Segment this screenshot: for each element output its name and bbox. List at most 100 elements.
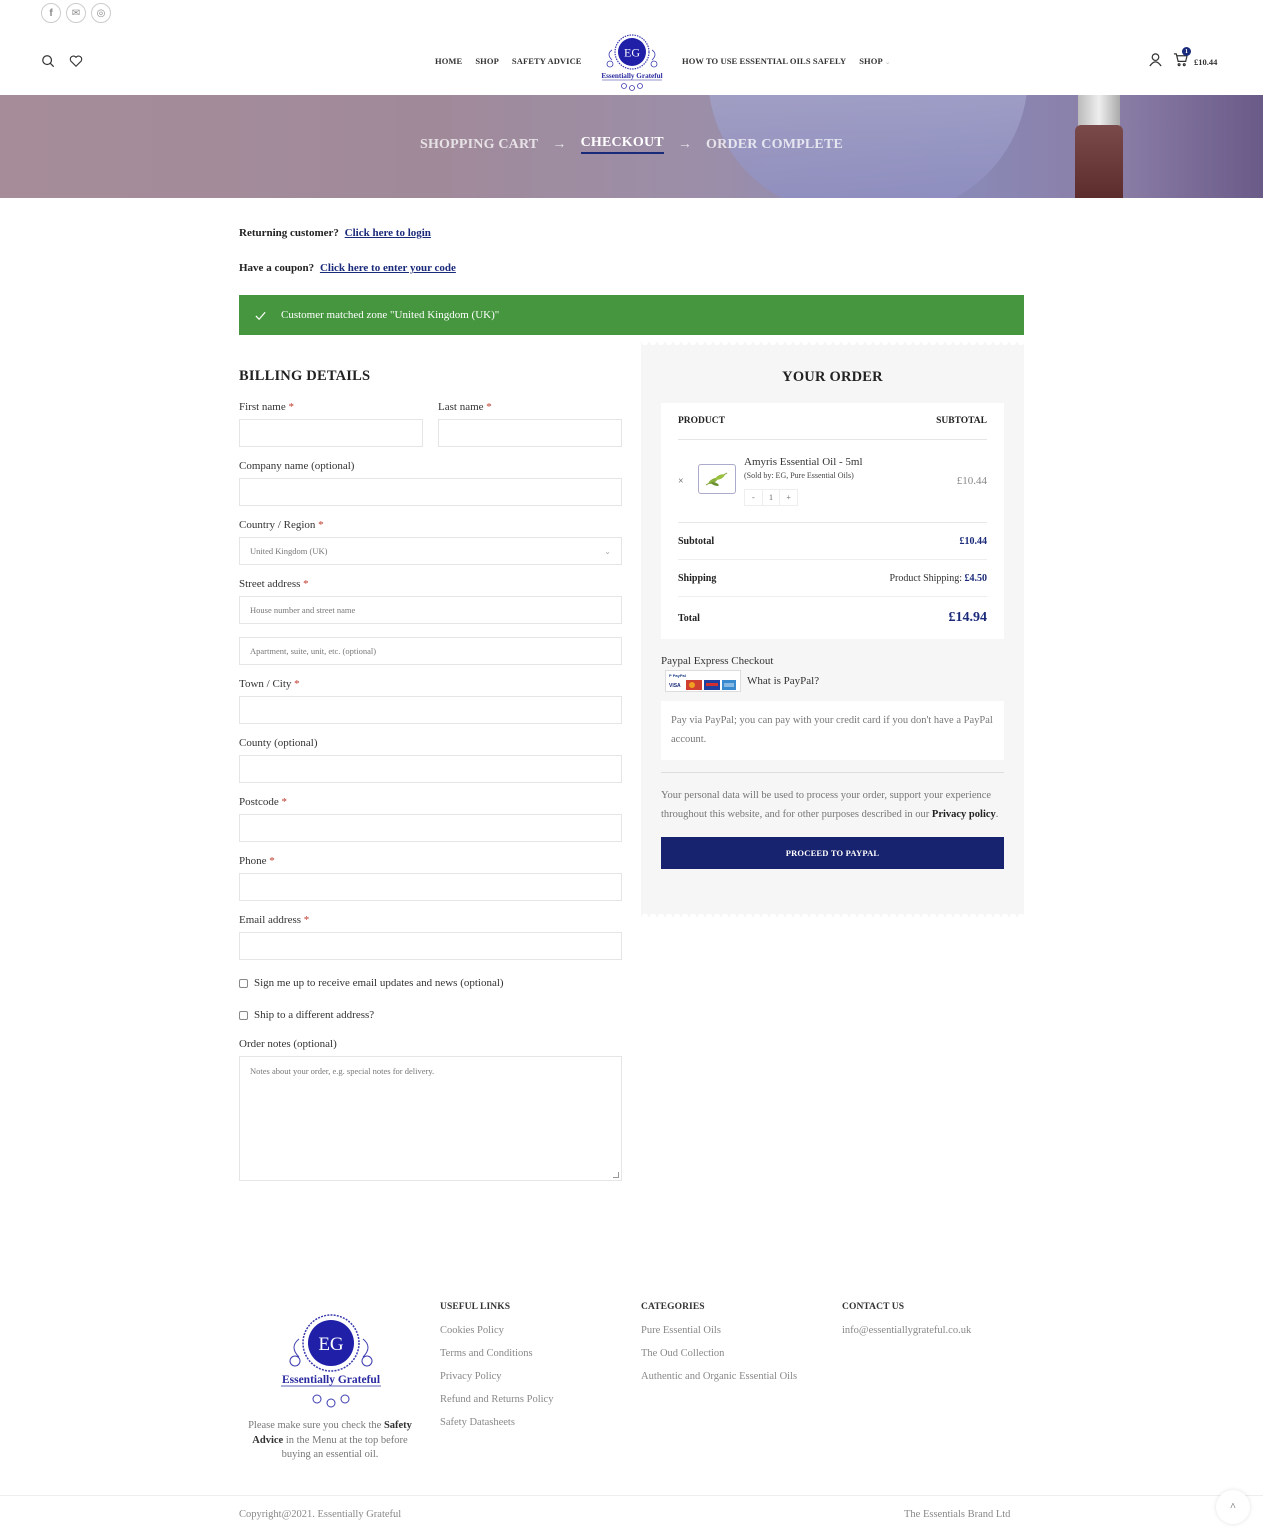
order-notes-textarea[interactable]: Notes about your order, e.g. special not…	[239, 1056, 622, 1181]
last-name-label: Last name *	[438, 401, 492, 413]
order-table-header: PRODUCT SUBTOTAL	[678, 403, 987, 440]
what-is-paypal-link[interactable]: What is PayPal?	[747, 675, 819, 687]
footer-link-privacy[interactable]: Privacy Policy	[440, 1371, 553, 1382]
shipping-value: £4.50	[964, 572, 988, 584]
order-title: YOUR ORDER	[782, 369, 883, 385]
search-icon[interactable]	[41, 54, 55, 72]
main-nav-right: HOW TO USE ESSENTIAL OILS SAFELY SHOP ⌄	[682, 56, 891, 66]
login-link[interactable]: Click here to login	[345, 227, 431, 239]
total-value: £14.94	[948, 610, 988, 625]
footer-link-cookies[interactable]: Cookies Policy	[440, 1325, 553, 1336]
privacy-policy-link[interactable]: Privacy policy	[932, 809, 996, 820]
ship-different-checkbox[interactable]	[239, 1010, 248, 1020]
useful-links-title: USEFUL LINKS	[440, 1302, 511, 1312]
order-notes-placeholder: Notes about your order, e.g. special not…	[250, 1066, 435, 1076]
qty-input[interactable]: 1	[763, 490, 781, 505]
step-shopping-cart[interactable]: SHOPPING CART	[420, 137, 538, 153]
chevron-down-icon: ⌄	[604, 546, 611, 556]
footer-logo: EG Essentially Grateful	[279, 1305, 383, 1413]
payment-section: Paypal Express Checkout P PayPal VISA Wh…	[661, 655, 1004, 869]
nav-how-to-use[interactable]: HOW TO USE ESSENTIAL OILS SAFELY	[682, 56, 846, 66]
footer-category-link[interactable]: The Oud Collection	[641, 1348, 797, 1359]
footer-link-datasheets[interactable]: Safety Datasheets	[440, 1417, 553, 1428]
coupon-link[interactable]: Click here to enter your code	[320, 262, 456, 274]
first-name-label: First name *	[239, 401, 294, 413]
facebook-link[interactable]: f	[41, 3, 61, 23]
county-input[interactable]	[239, 755, 622, 783]
zigzag-edge	[641, 911, 1024, 917]
scroll-to-top-button[interactable]: ^	[1216, 1490, 1250, 1524]
success-message: Customer matched zone "United Kingdom (U…	[281, 309, 500, 321]
country-select[interactable]: United Kingdom (UK) ⌄	[239, 537, 622, 565]
account-icon[interactable]	[1148, 52, 1163, 71]
privacy-end: .	[995, 809, 999, 820]
payment-method-title[interactable]: Paypal Express Checkout	[661, 655, 1004, 667]
newsletter-checkbox[interactable]	[239, 978, 248, 988]
privacy-notice: Your personal data will be used to proce…	[661, 786, 1004, 824]
phone-label: Phone *	[239, 855, 275, 867]
shipping-label: Shipping	[678, 572, 717, 584]
logo-initials: EG	[624, 46, 640, 60]
company-label: Company name (optional)	[239, 460, 355, 472]
arrow-right-icon: →	[677, 136, 693, 152]
footer-divider	[0, 1495, 1263, 1496]
site-header: HOME SHOP SAFETY ADVICE EG Essentially G…	[0, 28, 1263, 95]
qty-minus-button[interactable]: -	[745, 490, 763, 505]
footer-logo-initials: EG	[318, 1334, 344, 1355]
instagram-link[interactable]: ◎	[91, 3, 111, 23]
last-name-input[interactable]	[438, 419, 622, 447]
site-logo[interactable]: EG Essentially Grateful	[598, 30, 666, 94]
newsletter-label[interactable]: Sign me up to receive email updates and …	[254, 977, 504, 989]
zigzag-edge	[641, 342, 1024, 348]
phone-input[interactable]	[239, 873, 622, 901]
product-name[interactable]: Amyris Essential Oil - 5ml	[744, 456, 957, 468]
billing-details-form: BILLING DETAILS First name * Last name *…	[239, 368, 622, 1181]
wishlist-heart-icon[interactable]	[69, 54, 83, 72]
subtotal-value: £10.44	[959, 535, 988, 547]
svg-text:P PayPal: P PayPal	[669, 673, 686, 678]
email-link[interactable]: ✉	[66, 3, 86, 23]
cart-button[interactable]: 1 £10.44	[1173, 47, 1217, 71]
footer-link-terms[interactable]: Terms and Conditions	[440, 1348, 553, 1359]
contact-email-link[interactable]: info@essentiallygrateful.co.uk	[842, 1325, 971, 1336]
nav-home[interactable]: HOME	[435, 56, 462, 66]
paypal-cards-icon: P PayPal VISA	[665, 670, 741, 692]
instagram-icon: ◎	[96, 7, 106, 19]
returning-customer-notice: Returning customer? Click here to login	[239, 227, 431, 239]
remove-item-icon[interactable]: ×	[678, 476, 698, 487]
email-input[interactable]	[239, 932, 622, 960]
street-address-1-input[interactable]: House number and street name	[239, 596, 622, 624]
ship-different-row: Ship to a different address?	[239, 1009, 622, 1021]
social-links: f ✉ ◎	[41, 3, 111, 23]
chevron-down-icon: ⌄	[884, 58, 891, 66]
proceed-to-paypal-button[interactable]: PROCEED TO PAYPAL	[661, 837, 1004, 869]
returning-customer-text: Returning customer?	[239, 227, 339, 239]
shipping-method: Product Shipping:	[889, 572, 962, 584]
footer-category-link[interactable]: Authentic and Organic Essential Oils	[641, 1371, 797, 1382]
about-text: in the Menu at the top before buying an …	[281, 1434, 408, 1461]
first-name-input[interactable]	[239, 419, 423, 447]
copyright: Copyright@2021. Essentially Grateful	[239, 1509, 402, 1520]
postcode-input[interactable]	[239, 814, 622, 842]
newsletter-checkbox-row: Sign me up to receive email updates and …	[239, 977, 622, 989]
nav-shop-dropdown[interactable]: SHOP ⌄	[859, 56, 891, 66]
country-label: Country / Region *	[239, 519, 324, 531]
footer-category-link[interactable]: Pure Essential Oils	[641, 1325, 797, 1336]
shipping-row: Shipping Product Shipping: £4.50	[678, 560, 987, 597]
nav-shop-label: SHOP	[859, 56, 883, 66]
chevron-up-icon: ^	[1230, 1501, 1236, 1513]
ship-different-label[interactable]: Ship to a different address?	[254, 1009, 374, 1021]
footer-link-refund[interactable]: Refund and Returns Policy	[440, 1394, 553, 1405]
qty-plus-button[interactable]: +	[780, 490, 797, 505]
step-checkout[interactable]: CHECKOUT	[580, 135, 664, 154]
footer-about: Please make sure you check the Safety Ad…	[244, 1419, 416, 1463]
resize-handle[interactable]	[613, 1172, 619, 1178]
nav-safety-advice[interactable]: SAFETY ADVICE	[512, 56, 582, 66]
nav-shop[interactable]: SHOP	[475, 56, 499, 66]
divider	[661, 772, 1004, 773]
street-address-2-input[interactable]: Apartment, suite, unit, etc. (optional)	[239, 637, 622, 665]
company-input[interactable]	[239, 478, 622, 506]
town-input[interactable]	[239, 696, 622, 724]
county-label: County (optional)	[239, 737, 318, 749]
order-item: × Amyris Essential Oil - 5ml (Sold by: E…	[678, 440, 987, 523]
